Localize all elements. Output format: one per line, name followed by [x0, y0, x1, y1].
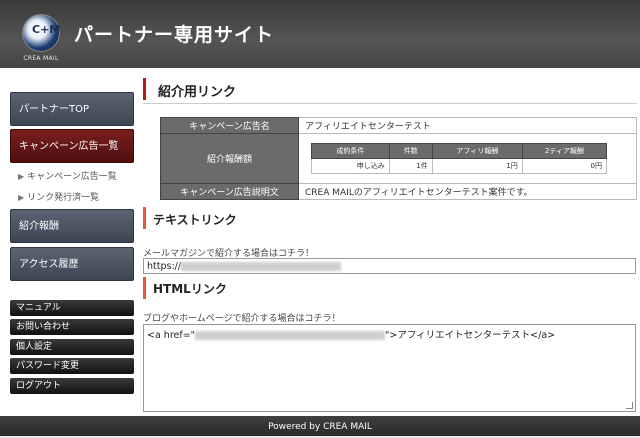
triangle-right-icon: ▶	[18, 193, 25, 202]
html-link-hint: ブログやホームページで紹介する場合はコチラ！	[143, 314, 341, 324]
page-title: 紹介用リンク	[158, 85, 237, 100]
sidebar-item-campaign-list[interactable]: キャンペーン広告一覧	[10, 129, 134, 163]
site-title: パートナー専用サイト	[74, 24, 275, 46]
resize-grip-icon[interactable]	[626, 402, 633, 409]
html-link-value-prefix: <a href="	[147, 330, 196, 341]
reward-header: 件数	[388, 143, 433, 159]
personal-settings-button[interactable]: 個人設定	[10, 339, 134, 355]
html-link-textarea[interactable]: <a href=" ">アフィリエイトセンターテスト</a>	[143, 324, 636, 412]
text-link-accent-bar	[143, 207, 146, 229]
manual-button[interactable]: マニュアル	[10, 300, 134, 316]
text-link-field[interactable]: https://	[143, 258, 636, 274]
campaign-name-value: アフィリエイトセンターテスト	[298, 117, 637, 134]
crea-mail-logo[interactable]: C+M CREA MAIL	[18, 14, 64, 62]
triangle-right-icon: ▶	[18, 172, 25, 181]
reward-header: 成約条件	[311, 143, 390, 159]
reward-cell: 成約条件 件数 アフィリ報酬 2ティア報酬 申し込み 1件 1円 0円	[298, 133, 637, 184]
text-link-value: https://	[147, 261, 182, 272]
reward-header: アフィリ報酬	[431, 143, 523, 159]
logo-mark: C+M	[32, 23, 61, 36]
html-link-value-suffix: ">アフィリエイトセンターテスト</a>	[385, 330, 556, 341]
reward-cell-count: 1件	[388, 158, 433, 174]
password-change-button[interactable]: パスワード変更	[10, 358, 134, 374]
campaign-name-label: キャンペーン広告名	[160, 117, 299, 134]
contact-button[interactable]: お問い合わせ	[10, 319, 134, 335]
header-bar: C+M CREA MAIL パートナー専用サイト	[0, 0, 640, 68]
reward-cell-condition: 申し込み	[311, 158, 390, 174]
html-link-title: HTMLリンク	[153, 282, 227, 296]
html-link-accent-bar	[143, 277, 146, 299]
campaign-info-table: キャンペーン広告名 アフィリエイトセンターテスト 紹介報酬額 成約条件 件数 ア…	[160, 117, 637, 200]
footer: Powered by CREA MAIL	[0, 416, 640, 436]
logo-text: CREA MAIL	[23, 55, 59, 62]
logout-button[interactable]: ログアウト	[10, 378, 134, 394]
description-value: CREA MAILのアフィリエイトセンターテスト案件です。	[298, 183, 637, 200]
description-label: キャンペーン広告説明文	[160, 183, 299, 200]
logo-emblem-icon: C+M	[22, 14, 60, 52]
sidebar-item-reward[interactable]: 紹介報酬	[10, 209, 134, 243]
sidebar-item-access-history[interactable]: アクセス履歴	[10, 247, 134, 281]
sidebar-subitem-label: キャンペーン広告一覧	[27, 172, 117, 182]
reward-table: 成約条件 件数 アフィリ報酬 2ティア報酬 申し込み 1件 1円 0円	[311, 143, 608, 174]
redacted-url	[181, 262, 342, 271]
sidebar-subitem-label: リンク発行済一覧	[27, 193, 100, 203]
reward-header: 2ティア報酬	[521, 143, 608, 159]
title-accent-bar	[143, 78, 146, 100]
redacted-url	[195, 331, 386, 340]
reward-label: 紹介報酬額	[160, 133, 299, 184]
reward-cell-two-tier: 0円	[521, 158, 608, 174]
text-link-title: テキストリンク	[153, 213, 237, 227]
reward-cell-affiliate: 1円	[431, 158, 523, 174]
sidebar-subitem-issued-links[interactable]: ▶ リンク発行済一覧	[18, 190, 99, 203]
sidebar-subitem-campaign-list[interactable]: ▶ キャンペーン広告一覧	[18, 169, 117, 182]
sidebar: パートナーTOP キャンペーン広告一覧 ▶ キャンペーン広告一覧 ▶ リンク発行済一…	[0, 68, 142, 416]
sidebar-item-partner-top[interactable]: パートナーTOP	[10, 92, 134, 126]
title-divider	[143, 103, 637, 104]
